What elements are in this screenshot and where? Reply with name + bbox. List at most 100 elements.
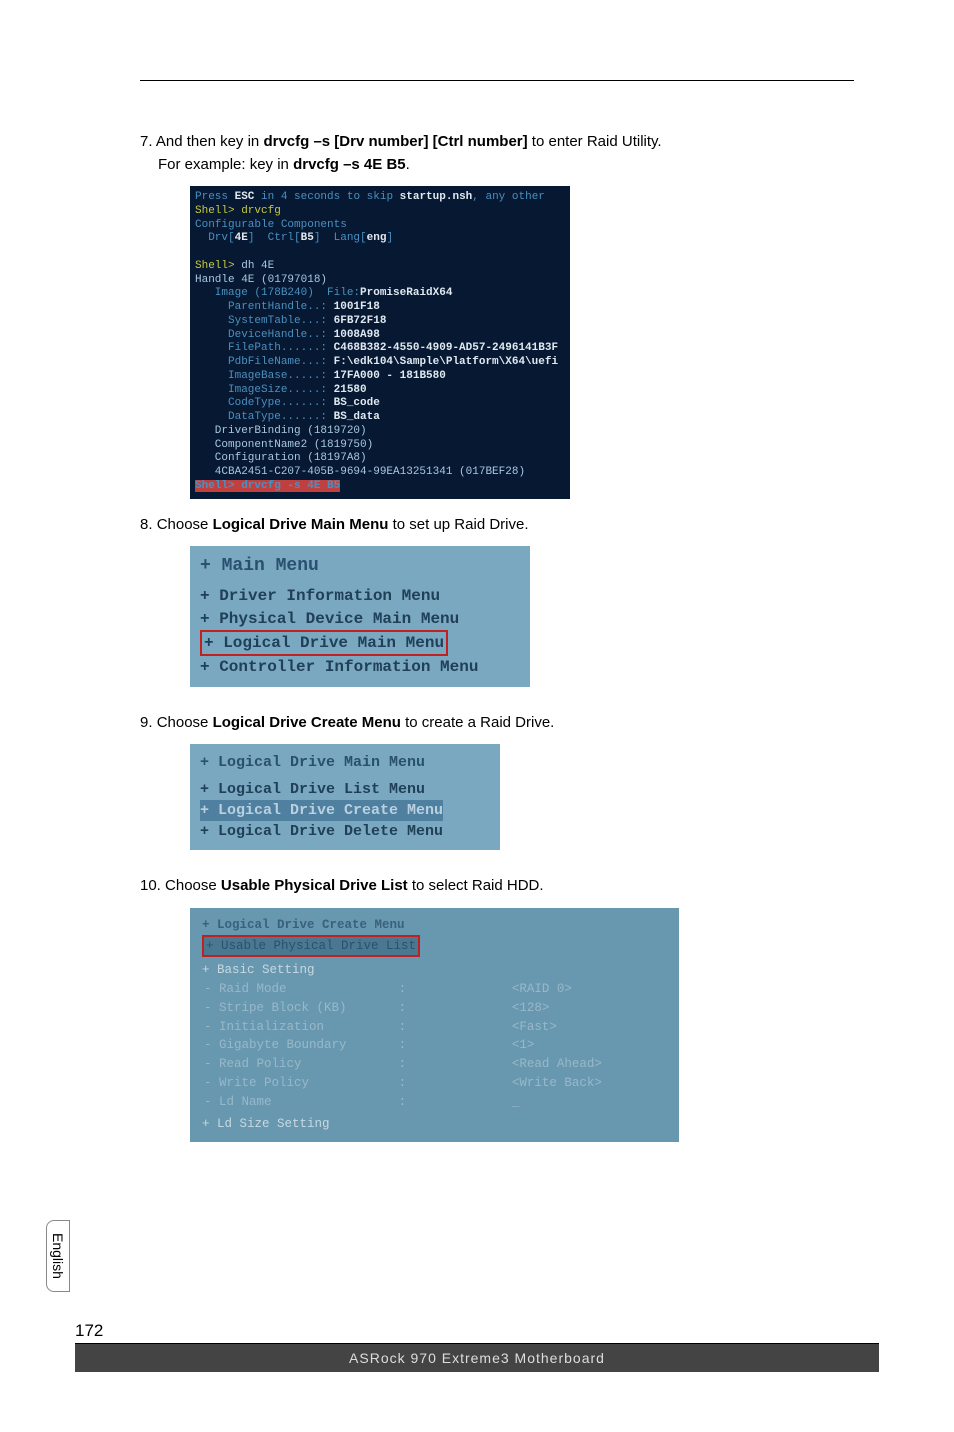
bios-screenshot-3: + Logical Drive Create Menu + Usable Phy… xyxy=(190,908,679,1142)
term-line: 4CBA2451-C207-405B-9694-99EA13251341 (01… xyxy=(195,466,525,478)
step-bold: Usable Physical Drive List xyxy=(221,877,408,894)
term-line: ESC xyxy=(235,191,255,203)
bios-title: + Logical Drive Create Menu xyxy=(202,916,667,935)
bios-title: + Logical Drive Main Menu xyxy=(200,752,490,773)
term-line xyxy=(195,246,202,258)
setting-value: <1> xyxy=(412,1036,667,1055)
term-line: FilePath......: xyxy=(195,342,334,354)
term-line: Shell> drvcfg xyxy=(195,205,281,217)
term-line: Drv[ xyxy=(195,232,235,244)
step-num: 9. xyxy=(140,714,153,731)
term-line: Handle 4E (01797018) xyxy=(195,274,327,286)
term-line: 21580 xyxy=(334,384,367,396)
term-line: eng xyxy=(367,232,387,244)
table-row: - Read Policy:<Read Ahead> xyxy=(202,1055,667,1074)
bios-item-selected: + Logical Drive Main Menu xyxy=(200,630,448,656)
term-line: Press xyxy=(195,191,235,203)
bios-item: + Ld Size Setting xyxy=(202,1115,667,1134)
setting-key: - Stripe Block (KB) xyxy=(202,999,397,1018)
step-num: 10. xyxy=(140,877,161,894)
step-8: 8. Choose Logical Drive Main Menu to set… xyxy=(140,514,854,537)
term-line: PromiseRaidX64 xyxy=(360,287,452,299)
term-line: 1008A98 xyxy=(334,329,380,341)
step-bold: drvcfg –s 4E B5 xyxy=(293,156,406,173)
setting-key: - Ld Name xyxy=(202,1093,397,1112)
bios-item: + Basic Setting xyxy=(202,961,667,980)
setting-key: - Write Policy xyxy=(202,1074,397,1093)
step-text: And then key in xyxy=(156,133,264,150)
term-line: in 4 seconds to skip xyxy=(254,191,399,203)
bios-settings-table: - Raid Mode:<RAID 0>- Stripe Block (KB):… xyxy=(202,980,667,1111)
step-text: Choose xyxy=(165,877,221,894)
table-row: - Initialization:<Fast> xyxy=(202,1018,667,1037)
term-line: dh 4E xyxy=(241,260,274,272)
term-line: 17FA000 - 181B580 xyxy=(334,370,446,382)
step-num: 7. xyxy=(140,133,153,150)
setting-colon: : xyxy=(397,1093,412,1112)
bios-screenshot-2: + Logical Drive Main Menu + Logical Driv… xyxy=(190,744,500,850)
setting-colon: : xyxy=(397,1036,412,1055)
term-line: Configurable Components xyxy=(195,219,347,231)
terminal-screenshot: Press ESC in 4 seconds to skip startup.n… xyxy=(190,186,570,499)
setting-value: <128> xyxy=(412,999,667,1018)
setting-value: <RAID 0> xyxy=(412,980,667,999)
step-text: Choose xyxy=(157,516,213,533)
setting-colon: : xyxy=(397,1074,412,1093)
term-line: BS_code xyxy=(334,397,380,409)
setting-value: <Fast> xyxy=(412,1018,667,1037)
bios-screenshot-1: + Main Menu + Driver Information Menu + … xyxy=(190,546,530,687)
setting-key: - Initialization xyxy=(202,1018,397,1037)
step-bold: Logical Drive Create Menu xyxy=(213,714,401,731)
step-bold: drvcfg –s [Drv number] [Ctrl number] xyxy=(263,133,527,150)
bios-title: + Main Menu xyxy=(200,554,520,579)
term-highlight: Shell> drvcfg -s 4E B5 xyxy=(195,480,340,492)
setting-colon: : xyxy=(397,1018,412,1037)
term-line: DataType......: xyxy=(195,411,334,423)
table-row: - Write Policy:<Write Back> xyxy=(202,1074,667,1093)
term-line: BS_data xyxy=(334,411,380,423)
term-line: C468B382-4550-4909-AD57-2496141B3F xyxy=(334,342,558,354)
setting-colon: : xyxy=(397,1055,412,1074)
step-text: to select Raid HDD. xyxy=(408,877,544,894)
setting-colon: : xyxy=(397,980,412,999)
language-tab: English xyxy=(46,1220,70,1292)
bios-item: + Physical Device Main Menu xyxy=(200,608,520,630)
term-line: , any other xyxy=(472,191,551,203)
term-line: SystemTable...: xyxy=(195,315,334,327)
setting-key: - Raid Mode xyxy=(202,980,397,999)
bios-item-selected: + Usable Physical Drive List xyxy=(202,935,420,958)
term-line: 6FB72F18 xyxy=(334,315,387,327)
term-line: CodeType......: xyxy=(195,397,334,409)
step-7: 7. And then key in drvcfg –s [Drv number… xyxy=(140,131,854,176)
term-line: F:\edk104\Sample\Platform\X64\uefi xyxy=(334,356,558,368)
term-line: ParentHandle..: xyxy=(195,301,334,313)
step-num: 8. xyxy=(140,516,153,533)
term-line: Shell> xyxy=(195,260,241,272)
term-line: 4E xyxy=(235,232,248,244)
top-rule xyxy=(140,80,854,81)
term-line: Image (178B240) File: xyxy=(195,287,360,299)
step-9: 9. Choose Logical Drive Create Menu to c… xyxy=(140,712,854,735)
term-line: 1001F18 xyxy=(334,301,380,313)
step-text: to set up Raid Drive. xyxy=(388,516,528,533)
step-text: Choose xyxy=(157,714,213,731)
footer-bar: ASRock 970 Extreme3 Motherboard xyxy=(75,1344,879,1372)
setting-value: _ xyxy=(412,1093,667,1112)
table-row: - Raid Mode:<RAID 0> xyxy=(202,980,667,999)
setting-key: - Read Policy xyxy=(202,1055,397,1074)
term-line: Configuration (18197A8) xyxy=(195,452,367,464)
setting-value: <Write Back> xyxy=(412,1074,667,1093)
step-text: to create a Raid Drive. xyxy=(401,714,554,731)
step-text: For example: key in xyxy=(158,156,293,173)
term-line: B5 xyxy=(301,232,314,244)
table-row: - Ld Name:_ xyxy=(202,1093,667,1112)
step-text: to enter Raid Utility. xyxy=(528,133,662,150)
setting-key: - Gigabyte Boundary xyxy=(202,1036,397,1055)
step-10: 10. Choose Usable Physical Drive List to… xyxy=(140,875,854,898)
bios-item-selected: + Logical Drive Create Menu xyxy=(200,800,443,821)
table-row: - Gigabyte Boundary:<1> xyxy=(202,1036,667,1055)
step-text: . xyxy=(406,156,410,173)
footer: 172 ASRock 970 Extreme3 Motherboard xyxy=(75,1321,879,1372)
bios-item: + Logical Drive Delete Menu xyxy=(200,821,490,842)
term-line: DriverBinding (1819720) xyxy=(195,425,367,437)
